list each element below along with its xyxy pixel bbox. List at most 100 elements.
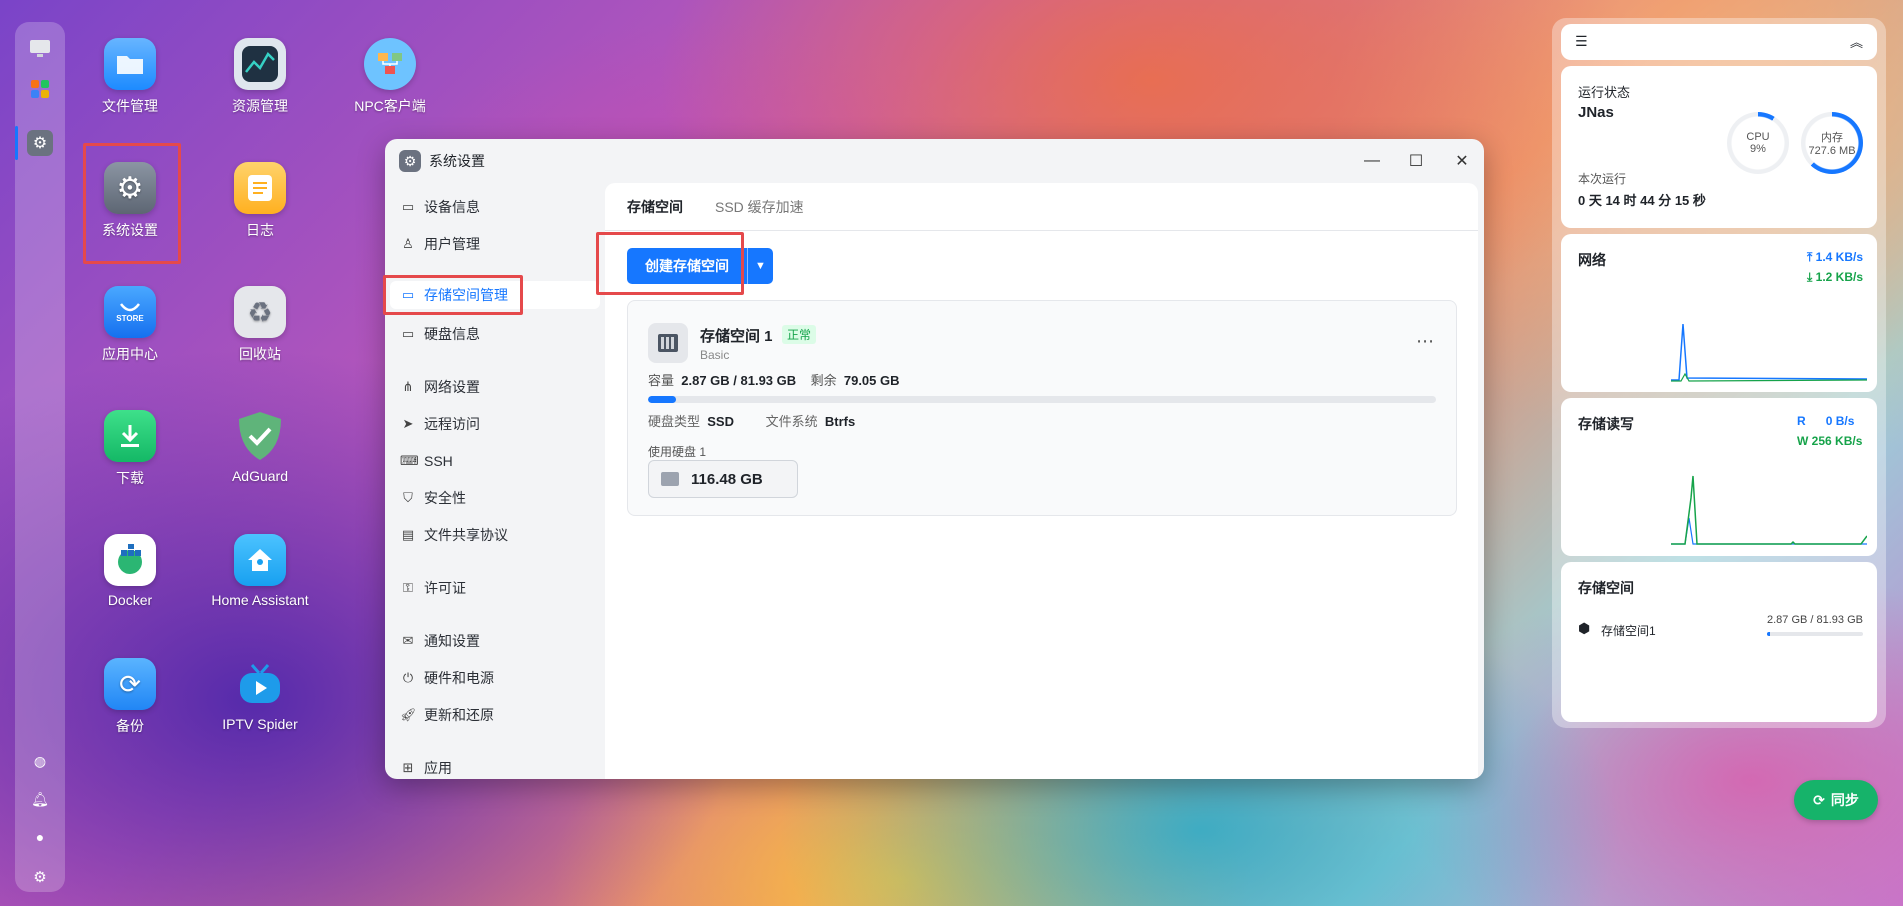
tab-ssd-cache[interactable]: SSD 缓存加速 <box>715 197 804 217</box>
gear-icon[interactable]: ⚙ <box>27 864 53 890</box>
desktop-icon-label: Home Assistant <box>211 592 309 608</box>
desktop-icon-home-assistant[interactable]: Home Assistant <box>205 534 315 608</box>
sidebar-item-security[interactable]: ⛉ 安全性 <box>400 484 590 512</box>
settings-window-icon: ⚙ <box>399 150 421 172</box>
folder-icon <box>104 38 156 90</box>
monitor-icon[interactable] <box>27 36 53 62</box>
desktop-icon-label: 系统设置 <box>102 222 158 238</box>
sidebar-item-label: 通知设置 <box>424 633 480 649</box>
desktop-icon-label: Docker <box>107 592 153 608</box>
sidebar-item-device-info[interactable]: ▭ 设备信息 <box>400 193 590 221</box>
desktop-icon-label: 下载 <box>116 470 144 486</box>
desktop-icon-backup[interactable]: ⟳ 备份 <box>75 658 185 736</box>
store-icon: STORE <box>104 286 156 338</box>
sync-button[interactable]: ⟳ 同步 <box>1794 780 1878 820</box>
desktop-icon-label: 备份 <box>116 718 144 734</box>
chevron-down-icon[interactable]: ▼ <box>747 248 773 284</box>
desktop-icon-label: 回收站 <box>239 346 281 362</box>
write-label: W <box>1797 434 1809 448</box>
desktop-icon-log[interactable]: 日志 <box>205 162 315 240</box>
user-icon: ♙ <box>402 236 414 251</box>
sidebar-item-hardware-power[interactable]: ⏻ 硬件和电源 <box>400 664 590 692</box>
sidebar-item-label: 存储空间管理 <box>424 287 508 303</box>
disk-chip[interactable]: 116.48 GB <box>648 460 798 498</box>
collapse-icon[interactable]: ︽ <box>1850 32 1863 51</box>
desktop-icon-adguard[interactable]: AdGuard <box>205 410 315 484</box>
apps-grid-icon[interactable] <box>27 76 53 102</box>
store-icon-text: STORE <box>116 313 144 323</box>
settings-gear-icon[interactable]: ⚙ <box>27 130 53 156</box>
desktop-icon-npc[interactable]: NPC客户端 <box>335 38 445 116</box>
sidebar-item-network[interactable]: ⋔ 网络设置 <box>400 373 590 401</box>
sidebar-item-storage[interactable]: ▭ 存储空间管理 <box>390 281 600 309</box>
sidebar-item-apps[interactable]: ⊞ 应用 <box>400 754 590 779</box>
sidebar-item-label: 许可证 <box>424 580 466 596</box>
desktop-icon-recycle[interactable]: ♻ 回收站 <box>205 286 315 364</box>
sidebar-item-license[interactable]: ⚿ 许可证 <box>400 574 590 602</box>
close-button[interactable]: ✕ <box>1450 149 1474 173</box>
sidebar-item-notifications[interactable]: ✉ 通知设置 <box>400 627 590 655</box>
sync-icon: ⟳ <box>1813 791 1825 808</box>
list-settings-icon[interactable]: ☰ <box>1575 33 1588 50</box>
host-name: JNas <box>1578 104 1614 121</box>
apps-icon: ⊞ <box>402 760 414 775</box>
minimize-button[interactable]: — <box>1360 149 1384 173</box>
create-storage-button[interactable]: 创建存储空间 ▼ <box>627 248 773 284</box>
user-icon[interactable]: ● <box>27 824 53 850</box>
memory-ring: 内存 727.6 MB <box>1801 112 1863 174</box>
pool-type: Basic <box>700 348 730 362</box>
tv-icon <box>234 658 286 710</box>
desktop-icon-settings[interactable]: ⚙ 系统设置 <box>75 162 185 240</box>
home-assistant-icon <box>234 534 286 586</box>
sidebar-item-label: 硬盘信息 <box>424 326 480 342</box>
pool-name: 存储空间 1 <box>700 328 773 345</box>
desktop-icon-label: AdGuard <box>231 468 289 484</box>
network-card: 网络 ⤒ 1.4 KB/s ⤓ 1.2 KB/s <box>1561 234 1877 392</box>
cpu-label: CPU <box>1746 131 1770 143</box>
sidebar-item-remote[interactable]: ➤ 远程访问 <box>400 410 590 438</box>
backup-sync-icon: ⟳ <box>104 658 156 710</box>
disk-type-label: 硬盘类型 <box>648 414 701 429</box>
desktop-icon-docker[interactable]: Docker <box>75 534 185 608</box>
capacity-progress-fill <box>648 396 676 403</box>
storage-card: 存储空间 ⬢ 存储空间1 2.87 GB / 81.93 GB <box>1561 562 1877 722</box>
storage-icon: ▭ <box>401 287 415 302</box>
capacity-value: 2.87 GB / 81.93 GB <box>681 373 797 388</box>
maximize-button[interactable]: ☐ <box>1404 149 1428 173</box>
sidebar-item-users[interactable]: ♙ 用户管理 <box>400 230 590 258</box>
disk-io-title: 存储读写 <box>1578 416 1634 432</box>
storage-pool-icon: ⬢ <box>1578 620 1591 636</box>
bell-icon[interactable]: 🔔︎ <box>27 786 53 812</box>
sidebar-item-update[interactable]: 🚀︎ 更新和还原 <box>400 701 590 729</box>
desktop-icon-app-center[interactable]: STORE 应用中心 <box>75 286 185 364</box>
cpu-value: 9% <box>1750 143 1766 155</box>
network-sparkline <box>1671 323 1867 382</box>
storage-title: 存储空间 <box>1578 580 1634 596</box>
desktop-icon-files[interactable]: 文件管理 <box>75 38 185 116</box>
download-rate: ⤓ 1.2 KB/s <box>1807 270 1863 284</box>
used-disks-label: 使用硬盘 1 <box>648 445 707 459</box>
device-icon: ▭ <box>401 199 415 214</box>
more-options-icon[interactable]: ⋯ <box>1416 331 1434 352</box>
desktop-icon-download[interactable]: 下载 <box>75 410 185 488</box>
sidebar-item-ssh[interactable]: ⌨ SSH <box>400 447 590 475</box>
send-icon: ➤ <box>402 416 414 431</box>
window-titlebar[interactable]: ⚙ 系统设置 <box>385 139 1484 183</box>
storage-progress-bar <box>1767 632 1863 636</box>
download-value: 1.2 KB/s <box>1815 270 1863 284</box>
desktop-icon-iptv[interactable]: IPTV Spider <box>205 658 315 732</box>
nas-drive-icon <box>648 323 688 363</box>
log-icon <box>234 162 286 214</box>
sidebar-item-file-sharing[interactable]: ▤ 文件共享协议 <box>400 521 590 549</box>
sidebar-item-disk-info[interactable]: ▭ 硬盘信息 <box>400 320 590 348</box>
storage-item-value: 2.87 GB / 81.93 GB <box>1766 614 1863 626</box>
desktop-icon-label: 应用中心 <box>102 346 158 362</box>
tab-storage[interactable]: 存储空间 <box>627 197 683 217</box>
desktop-icon-resources[interactable]: 资源管理 <box>205 38 315 116</box>
sidebar-item-label: 远程访问 <box>424 416 480 432</box>
resource-monitor-icon <box>234 38 286 90</box>
key-icon: ⚿ <box>403 580 413 595</box>
status-icon[interactable]: ◍ <box>27 748 53 774</box>
read-rate: R 0 B/s <box>1797 414 1854 428</box>
desktop-icon-label: IPTV Spider <box>222 716 298 732</box>
